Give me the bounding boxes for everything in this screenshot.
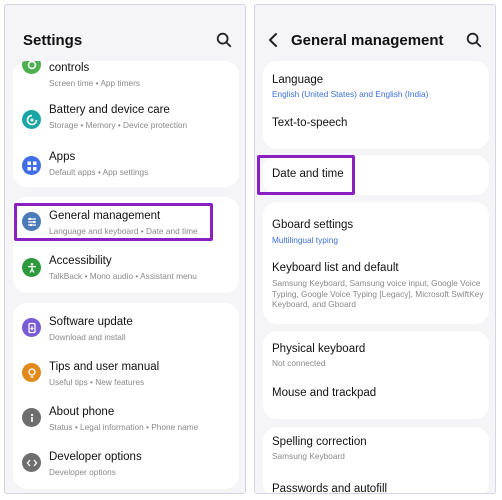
settings-item-label: About phone: [49, 406, 115, 418]
settings-item-general-management[interactable]: General management Language and keyboard…: [13, 201, 239, 241]
list-item-language[interactable]: Language English (United States) and Eng…: [263, 65, 489, 105]
settings-item-label: Accessibility: [49, 255, 112, 267]
settings-item-sub: Screen time • App timers: [49, 78, 140, 88]
settings-item-sub: Developer options: [49, 467, 116, 477]
list-item-label: Date and time: [272, 168, 344, 180]
settings-item-label: General management: [49, 210, 161, 222]
settings-item-sub: TalkBack • Mono audio • Assistant menu: [49, 271, 197, 281]
settings-card: Software update Download and install Tip…: [13, 303, 239, 489]
settings-item-software-update[interactable]: Software update Download and install: [13, 307, 239, 347]
screen-time-icon: [22, 61, 41, 74]
info-icon: [22, 408, 41, 427]
list-item-label: Text-to-speech: [272, 117, 348, 129]
list-item-sub: Multilingual typing: [272, 235, 338, 245]
settings-item-label: controls: [49, 62, 90, 74]
list-item-label: Language: [272, 74, 324, 86]
list-item-date-and-time[interactable]: Date and time: [263, 155, 489, 195]
list-item-label: Mouse and trackpad: [272, 387, 377, 399]
settings-card: controls Screen time • App timers Batter…: [13, 61, 239, 187]
apps-icon: [22, 156, 41, 175]
sliders-icon: [22, 212, 41, 231]
settings-item-battery[interactable]: Battery and device care Storage • Memory…: [13, 101, 239, 137]
settings-card: Spelling correction Samsung Keyboard Pas…: [263, 427, 489, 494]
list-item-sub: Samsung Keyboard, Samsung voice input, G…: [272, 278, 484, 309]
list-item-text-to-speech[interactable]: Text-to-speech: [263, 109, 489, 145]
settings-card: Date and time: [263, 155, 489, 195]
back-arrow-icon[interactable]: [267, 32, 281, 48]
page-title: General management: [291, 32, 444, 49]
settings-item-digital-wellbeing[interactable]: controls Screen time • App timers: [13, 61, 239, 89]
settings-item-apps[interactable]: Apps Default apps • App settings: [13, 148, 239, 184]
search-icon[interactable]: [215, 31, 233, 49]
settings-card: Physical keyboard Not connected Mouse an…: [263, 331, 489, 419]
list-item-gboard-settings[interactable]: Gboard settings Multilingual typing: [263, 206, 489, 246]
list-item-sub: Samsung Keyboard: [272, 451, 345, 461]
settings-item-developer-options[interactable]: Developer options Developer options: [13, 442, 239, 482]
settings-item-accessibility[interactable]: Accessibility TalkBack • Mono audio • As…: [13, 247, 239, 287]
search-icon[interactable]: [465, 31, 483, 49]
software-update-icon: [22, 318, 41, 337]
device-care-icon: [22, 110, 41, 129]
general-management-screen: General management Language English (Uni…: [254, 4, 496, 494]
settings-card: Gboard settings Multilingual typing Keyb…: [263, 202, 489, 324]
settings-item-sub: Status • Legal information • Phone name: [49, 422, 199, 432]
settings-item-label: Software update: [49, 316, 133, 328]
list-item-keyboard-list[interactable]: Keyboard list and default Samsung Keyboa…: [263, 252, 489, 322]
settings-item-label: Tips and user manual: [49, 361, 160, 373]
list-item-sub: English (United States) and English (Ind…: [272, 89, 429, 99]
list-item-label: Gboard settings: [272, 219, 354, 231]
settings-item-sub: Storage • Memory • Device protection: [49, 120, 188, 130]
settings-item-label: Developer options: [49, 451, 142, 463]
list-item-label: Spelling correction: [272, 436, 367, 448]
list-item-mouse-and-trackpad[interactable]: Mouse and trackpad: [263, 379, 489, 415]
settings-item-label: Apps: [49, 151, 76, 163]
list-item-sub: Not connected: [272, 358, 326, 368]
settings-item-sub: Download and install: [49, 332, 126, 342]
settings-card: General management Language and keyboard…: [13, 197, 239, 293]
settings-item-tips[interactable]: Tips and user manual Useful tips • New f…: [13, 352, 239, 392]
general-management-header: General management: [255, 5, 495, 61]
settings-item-sub: Language and keyboard • Date and time: [49, 226, 198, 236]
page-title: Settings: [23, 32, 83, 49]
list-item-label: Keyboard list and default: [272, 262, 399, 274]
list-item-label: Physical keyboard: [272, 343, 366, 355]
list-item-physical-keyboard[interactable]: Physical keyboard Not connected: [263, 335, 489, 375]
accessibility-icon: [22, 258, 41, 277]
settings-item-sub: Default apps • App settings: [49, 167, 149, 177]
settings-item-label: Battery and device care: [49, 104, 170, 116]
settings-card: Language English (United States) and Eng…: [263, 61, 489, 149]
settings-screen: Settings controls Screen time • App time…: [4, 4, 246, 494]
settings-item-about-phone[interactable]: About phone Status • Legal information •…: [13, 397, 239, 437]
list-item-spelling-correction[interactable]: Spelling correction Samsung Keyboard: [263, 427, 489, 465]
developer-icon: [22, 453, 41, 472]
list-item-label: Passwords and autofill: [272, 483, 388, 494]
tips-icon: [22, 363, 41, 382]
settings-item-sub: Useful tips • New features: [49, 377, 145, 387]
list-item-passwords-autofill[interactable]: Passwords and autofill: [263, 469, 489, 494]
settings-header: Settings: [5, 5, 245, 61]
